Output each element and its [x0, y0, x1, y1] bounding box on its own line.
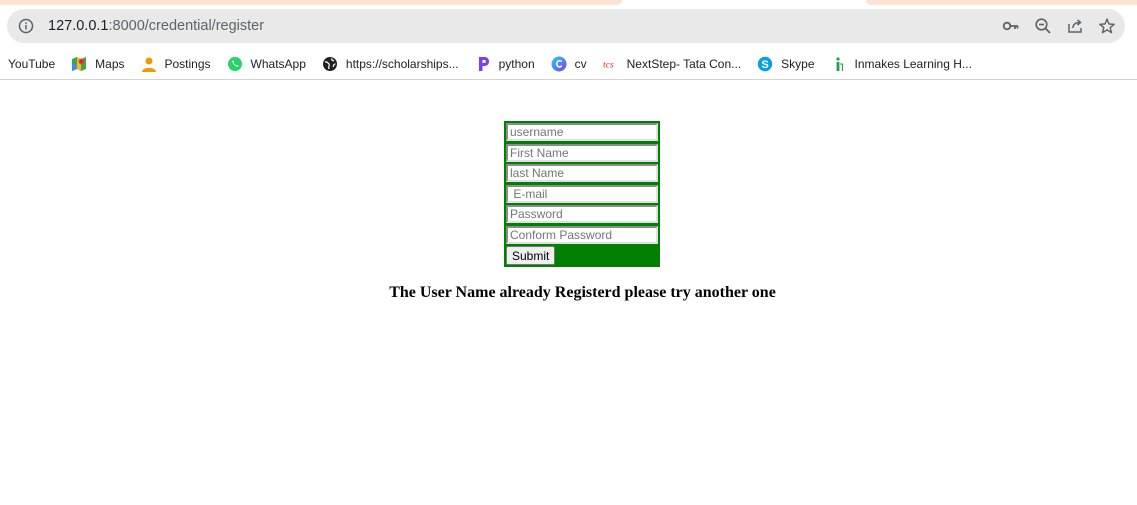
- bookmark-label: Maps: [95, 57, 125, 71]
- bookmark-label: NextStep- Tata Con...: [626, 57, 742, 71]
- browser-toolbar: 127.0.0.1:8000/credential/register: [0, 5, 1137, 49]
- inmakes-icon: [831, 56, 847, 72]
- canva-icon: [551, 56, 567, 72]
- bookmark-label: https://scholarships...: [345, 57, 459, 71]
- svg-text:S: S: [761, 59, 768, 71]
- whatsapp-icon: [227, 56, 243, 72]
- bookmark-inmakes[interactable]: Inmakes Learning H...: [823, 52, 980, 76]
- bookmark-skype[interactable]: S Skype: [749, 52, 822, 76]
- svg-text:tcs: tcs: [603, 60, 614, 71]
- star-icon[interactable]: [1097, 16, 1117, 36]
- page-content: Submit The User Name already Registerd p…: [0, 80, 1137, 505]
- bookmark-label: Postings: [164, 57, 211, 71]
- url-path: :8000/credential/register: [108, 18, 265, 34]
- bookmark-postings[interactable]: Postings: [133, 52, 219, 76]
- tcs-icon: tcs: [603, 56, 619, 72]
- skype-icon: S: [757, 56, 773, 72]
- bookmark-youtube[interactable]: YouTube: [0, 52, 63, 76]
- bookmark-whatsapp[interactable]: WhatsApp: [219, 52, 314, 76]
- bookmark-label: cv: [574, 57, 587, 71]
- zoom-out-icon[interactable]: [1033, 16, 1053, 36]
- url-text[interactable]: 127.0.0.1:8000/credential/register: [48, 18, 264, 34]
- bookmark-label: WhatsApp: [250, 57, 306, 71]
- share-icon[interactable]: [1065, 16, 1085, 36]
- bookmark-nextstep[interactable]: tcs NextStep- Tata Con...: [595, 52, 750, 76]
- url-host: 127.0.0.1: [48, 18, 109, 34]
- username-input[interactable]: [506, 123, 658, 141]
- address-bar-actions: [1001, 16, 1117, 36]
- info-icon[interactable]: [18, 18, 34, 34]
- bookmark-cv[interactable]: cv: [543, 52, 595, 76]
- error-message: The User Name already Registerd please t…: [389, 284, 776, 301]
- bookmark-label: YouTube: [8, 57, 56, 71]
- confirm-password-input[interactable]: [506, 226, 658, 244]
- python-p-icon: [475, 56, 491, 72]
- bookmarks-bar: YouTube Maps Postings WhatsApp https://s…: [0, 49, 1137, 80]
- bookmark-label: Skype: [781, 57, 815, 71]
- submit-button[interactable]: Submit: [506, 246, 556, 265]
- last-name-input[interactable]: [506, 164, 658, 182]
- bookmark-python[interactable]: python: [467, 52, 543, 76]
- key-icon[interactable]: [1001, 16, 1021, 36]
- bookmark-scholarships[interactable]: https://scholarships...: [314, 52, 467, 76]
- register-form: Submit: [504, 121, 660, 267]
- bookmark-label: Inmakes Learning H...: [854, 57, 972, 71]
- first-name-input[interactable]: [506, 144, 658, 162]
- bookmark-maps[interactable]: Maps: [63, 52, 132, 76]
- person-icon: [141, 56, 157, 72]
- bookmark-label: python: [498, 57, 535, 71]
- address-bar[interactable]: 127.0.0.1:8000/credential/register: [7, 9, 1125, 43]
- password-input[interactable]: [506, 205, 658, 223]
- maps-icon: [71, 56, 87, 72]
- email-input[interactable]: [506, 185, 658, 203]
- globe-icon: [322, 56, 338, 72]
